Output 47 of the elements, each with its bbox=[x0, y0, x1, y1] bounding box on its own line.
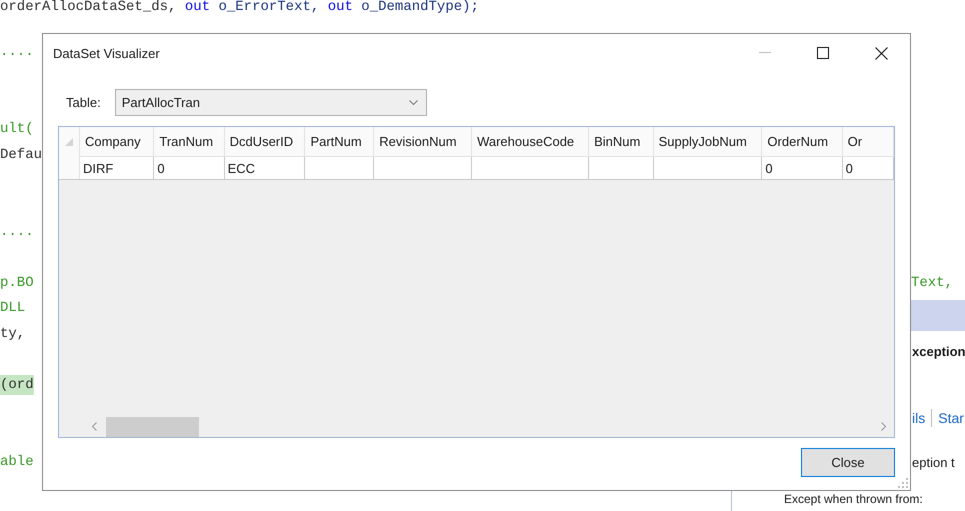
table-cell: 0 bbox=[762, 156, 842, 180]
code-line: .... bbox=[0, 222, 34, 242]
code-line: ty, bbox=[0, 324, 26, 344]
code-line: able bbox=[0, 452, 34, 472]
code-line: ult( bbox=[0, 120, 34, 140]
text-link[interactable]: ils bbox=[912, 410, 926, 426]
window-title: DataSet Visualizer bbox=[53, 46, 160, 60]
row-header[interactable] bbox=[59, 156, 80, 180]
scrollbar-thumb[interactable] bbox=[106, 417, 199, 437]
close-icon bbox=[874, 46, 888, 60]
column-header[interactable]: OrderNum bbox=[762, 127, 842, 156]
code-line: p.BO bbox=[0, 274, 34, 293]
table-cell: ECC bbox=[224, 156, 305, 180]
table-cell: DIRF bbox=[79, 156, 154, 180]
panel-title: xception bbox=[912, 344, 965, 359]
resize-grip-icon[interactable] bbox=[898, 478, 908, 488]
table-cell bbox=[304, 156, 374, 180]
select-all-corner[interactable] bbox=[59, 127, 80, 156]
column-header[interactable]: PartNum bbox=[304, 127, 374, 156]
table-cell: 0 bbox=[154, 156, 224, 180]
minimize-icon bbox=[759, 52, 771, 54]
text-link[interactable]: Star bbox=[938, 410, 964, 426]
code-line: Defau bbox=[0, 146, 42, 165]
chevron-icon bbox=[408, 100, 418, 105]
column-header[interactable]: Company bbox=[79, 127, 154, 156]
close-dialog-button[interactable]: Close bbox=[801, 448, 895, 477]
code-fragment: Text, bbox=[910, 274, 953, 291]
column-header[interactable]: SupplyJobNum bbox=[653, 127, 762, 156]
column-header[interactable]: DcdUserID bbox=[224, 127, 305, 156]
column-header[interactable]: TranNum bbox=[154, 127, 224, 156]
code-line: .... bbox=[0, 43, 34, 62]
scroll-left-icon[interactable] bbox=[92, 422, 97, 431]
table-cell bbox=[588, 156, 654, 180]
table-cell: 0 bbox=[842, 156, 894, 180]
scroll-right-icon[interactable] bbox=[881, 422, 886, 431]
column-header[interactable]: WarehouseCode bbox=[472, 127, 589, 156]
triangle-icon bbox=[64, 138, 73, 146]
panel-text: eption t bbox=[912, 455, 956, 470]
column-header[interactable]: Or bbox=[842, 127, 894, 156]
column-header[interactable]: RevisionNum bbox=[374, 127, 472, 156]
table-label: Table: bbox=[66, 95, 101, 110]
code-line: orderAllocDataSet_ds, out o_ErrorText, out o_DemandType); bbox=[0, 0, 479, 16]
column-header[interactable]: BinNum bbox=[588, 127, 654, 156]
code-line: DLL bbox=[0, 299, 26, 318]
maximize-icon bbox=[817, 47, 829, 59]
panel-label: Except when thrown from: bbox=[784, 492, 924, 506]
table-select[interactable]: PartAllocTran bbox=[114, 89, 427, 116]
